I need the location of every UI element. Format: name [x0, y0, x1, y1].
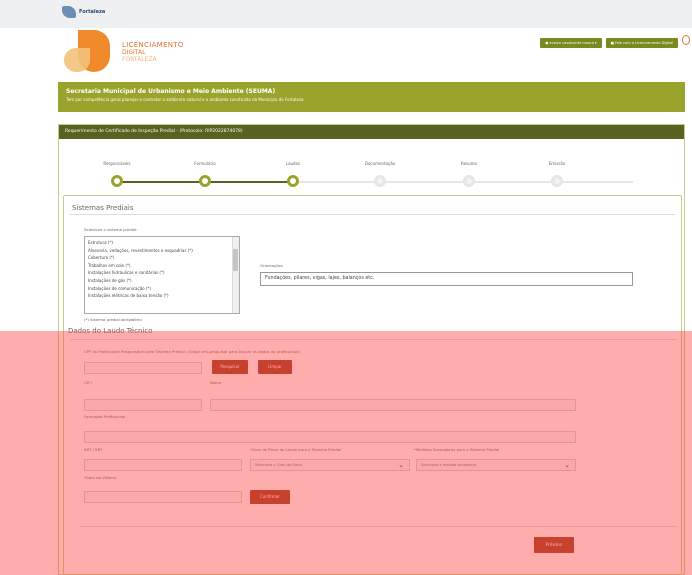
- step-dot: [111, 175, 123, 187]
- scrollbar-thumb[interactable]: [233, 249, 238, 271]
- chevron-down-icon: ⌄: [564, 461, 570, 469]
- form-box: Sistemas Prediais Selecione o sistema pr…: [63, 195, 682, 575]
- cpf-hint: CPF do Profissional Responsável pelo Sis…: [84, 349, 300, 354]
- data-vistoria-input[interactable]: [84, 491, 242, 503]
- page: Fortaleza LICENCIAMENTO DIGITAL FORTALEZ…: [0, 0, 692, 575]
- pesquisar-button[interactable]: Pesquisar: [212, 360, 248, 374]
- step-dot: [463, 175, 475, 187]
- orientacoes-label: Orientações: [260, 263, 283, 268]
- listbox-scrollbar[interactable]: [232, 237, 239, 313]
- top-actions: ● evelyn cavalcante moura ▾ ■ Fale com o…: [540, 38, 678, 48]
- chat-button[interactable]: ■ Fale com o Licenciamento Digital: [605, 38, 678, 48]
- list-item[interactable]: Instalações de gás (*): [88, 277, 236, 285]
- step-emissao[interactable]: Emissão: [527, 161, 587, 187]
- step-dot: [551, 175, 563, 187]
- fortaleza-logo[interactable]: Fortaleza: [62, 6, 105, 18]
- confirmar-button[interactable]: Confirmar: [250, 490, 290, 504]
- formacao-label: Formação Profissional: [84, 414, 126, 419]
- sistema-predial-listbox[interactable]: Estrutura (*) Alvenaria, vedações, reves…: [84, 236, 240, 314]
- brand-title: LICENCIAMENTO: [122, 41, 184, 49]
- banner-subtitle: Tem por competência geral planejar e con…: [66, 97, 305, 102]
- step-dot: [374, 175, 386, 187]
- formacao-input[interactable]: [84, 431, 576, 443]
- art-input[interactable]: [84, 459, 242, 471]
- divider: [70, 339, 677, 340]
- medidas-select[interactable]: Selecione a medida saneadora ⌄: [416, 459, 576, 471]
- grau-risco-select[interactable]: Selecione o Grau de Risco ⌄: [250, 459, 410, 471]
- progress-steps: Responsáveis Formulário Laudos Documenta…: [59, 161, 686, 191]
- licenciamento-brand: LICENCIAMENTO DIGITAL FORTALEZA: [64, 28, 264, 74]
- list-item[interactable]: Instalações de comunicação (*): [88, 285, 236, 293]
- banner-title: Secretaria Municipal de Urbanismo e Meio…: [66, 88, 276, 95]
- proximo-button[interactable]: Próximo: [534, 537, 574, 553]
- nome-label: Nome: [210, 380, 222, 385]
- nome-input[interactable]: [210, 399, 576, 411]
- cpf-input[interactable]: [84, 362, 202, 374]
- step-resumo[interactable]: Resumo: [439, 161, 499, 187]
- step-laudos[interactable]: Laudos: [263, 161, 323, 187]
- chevron-down-icon: ▾: [593, 41, 597, 45]
- list-item[interactable]: Cobertura (*): [88, 254, 236, 262]
- section-title-laudo: Dados do Laudo Técnico: [68, 327, 153, 335]
- data-vistoria-label: *Data da Vistoria: [84, 475, 117, 480]
- list-item[interactable]: Trabalhos em solo (*): [88, 262, 236, 270]
- step-dot: [287, 175, 299, 187]
- secretaria-banner: Secretaria Municipal de Urbanismo e Meio…: [58, 82, 685, 112]
- top-bar: Fortaleza: [0, 0, 692, 28]
- list-item[interactable]: Estrutura (*): [88, 239, 236, 247]
- list-item[interactable]: Instalações elétricas de baixa tensão (*…: [88, 292, 236, 300]
- fortaleza-logo-text: Fortaleza: [79, 9, 106, 15]
- divider: [70, 214, 675, 215]
- list-item[interactable]: Alvenaria, vedações, revestimentos e esq…: [88, 247, 236, 255]
- uf-label: (UF): [84, 380, 92, 385]
- sistema-select-label: Selecione o sistema predial:: [84, 227, 138, 232]
- uf-input[interactable]: [84, 399, 202, 411]
- section-title-sistemas: Sistemas Prediais: [72, 204, 134, 212]
- grau-risco-label: *Grau de Risco do Laudo para o Sistema P…: [250, 447, 342, 452]
- user-menu-button[interactable]: ● evelyn cavalcante moura ▾: [540, 38, 602, 48]
- logout-icon[interactable]: [682, 35, 690, 45]
- chevron-down-icon: ⌄: [398, 461, 404, 469]
- brand-subtitle-city: FORTALEZA: [122, 56, 157, 63]
- step-dot: [199, 175, 211, 187]
- step-responsaveis[interactable]: Responsáveis: [87, 161, 147, 187]
- step-formulario[interactable]: Formulário: [175, 161, 235, 187]
- licenciamento-logo-icon: [64, 30, 110, 72]
- orientacoes-field[interactable]: Fundações, pilares, vigas, lajes, balanç…: [260, 272, 633, 286]
- request-card: Requerimento de Certificado de Inspeção …: [58, 124, 685, 575]
- list-item[interactable]: Instalações hidráulicas e sanitárias (*): [88, 269, 236, 277]
- required-note: (*) Sistema predial obrigatório: [84, 317, 142, 322]
- brand-subtitle-digital: DIGITAL: [122, 49, 146, 56]
- fortaleza-logo-icon: [62, 6, 76, 18]
- limpar-button[interactable]: Limpar: [258, 360, 292, 374]
- medidas-label: *Medidas Saneadoras para o Sistema Predi…: [414, 447, 500, 452]
- divider: [80, 526, 677, 527]
- step-documentacao[interactable]: Documentação: [350, 161, 410, 187]
- request-card-header: Requerimento de Certificado de Inspeção …: [59, 125, 684, 139]
- art-label: ART / RRT: [84, 447, 103, 452]
